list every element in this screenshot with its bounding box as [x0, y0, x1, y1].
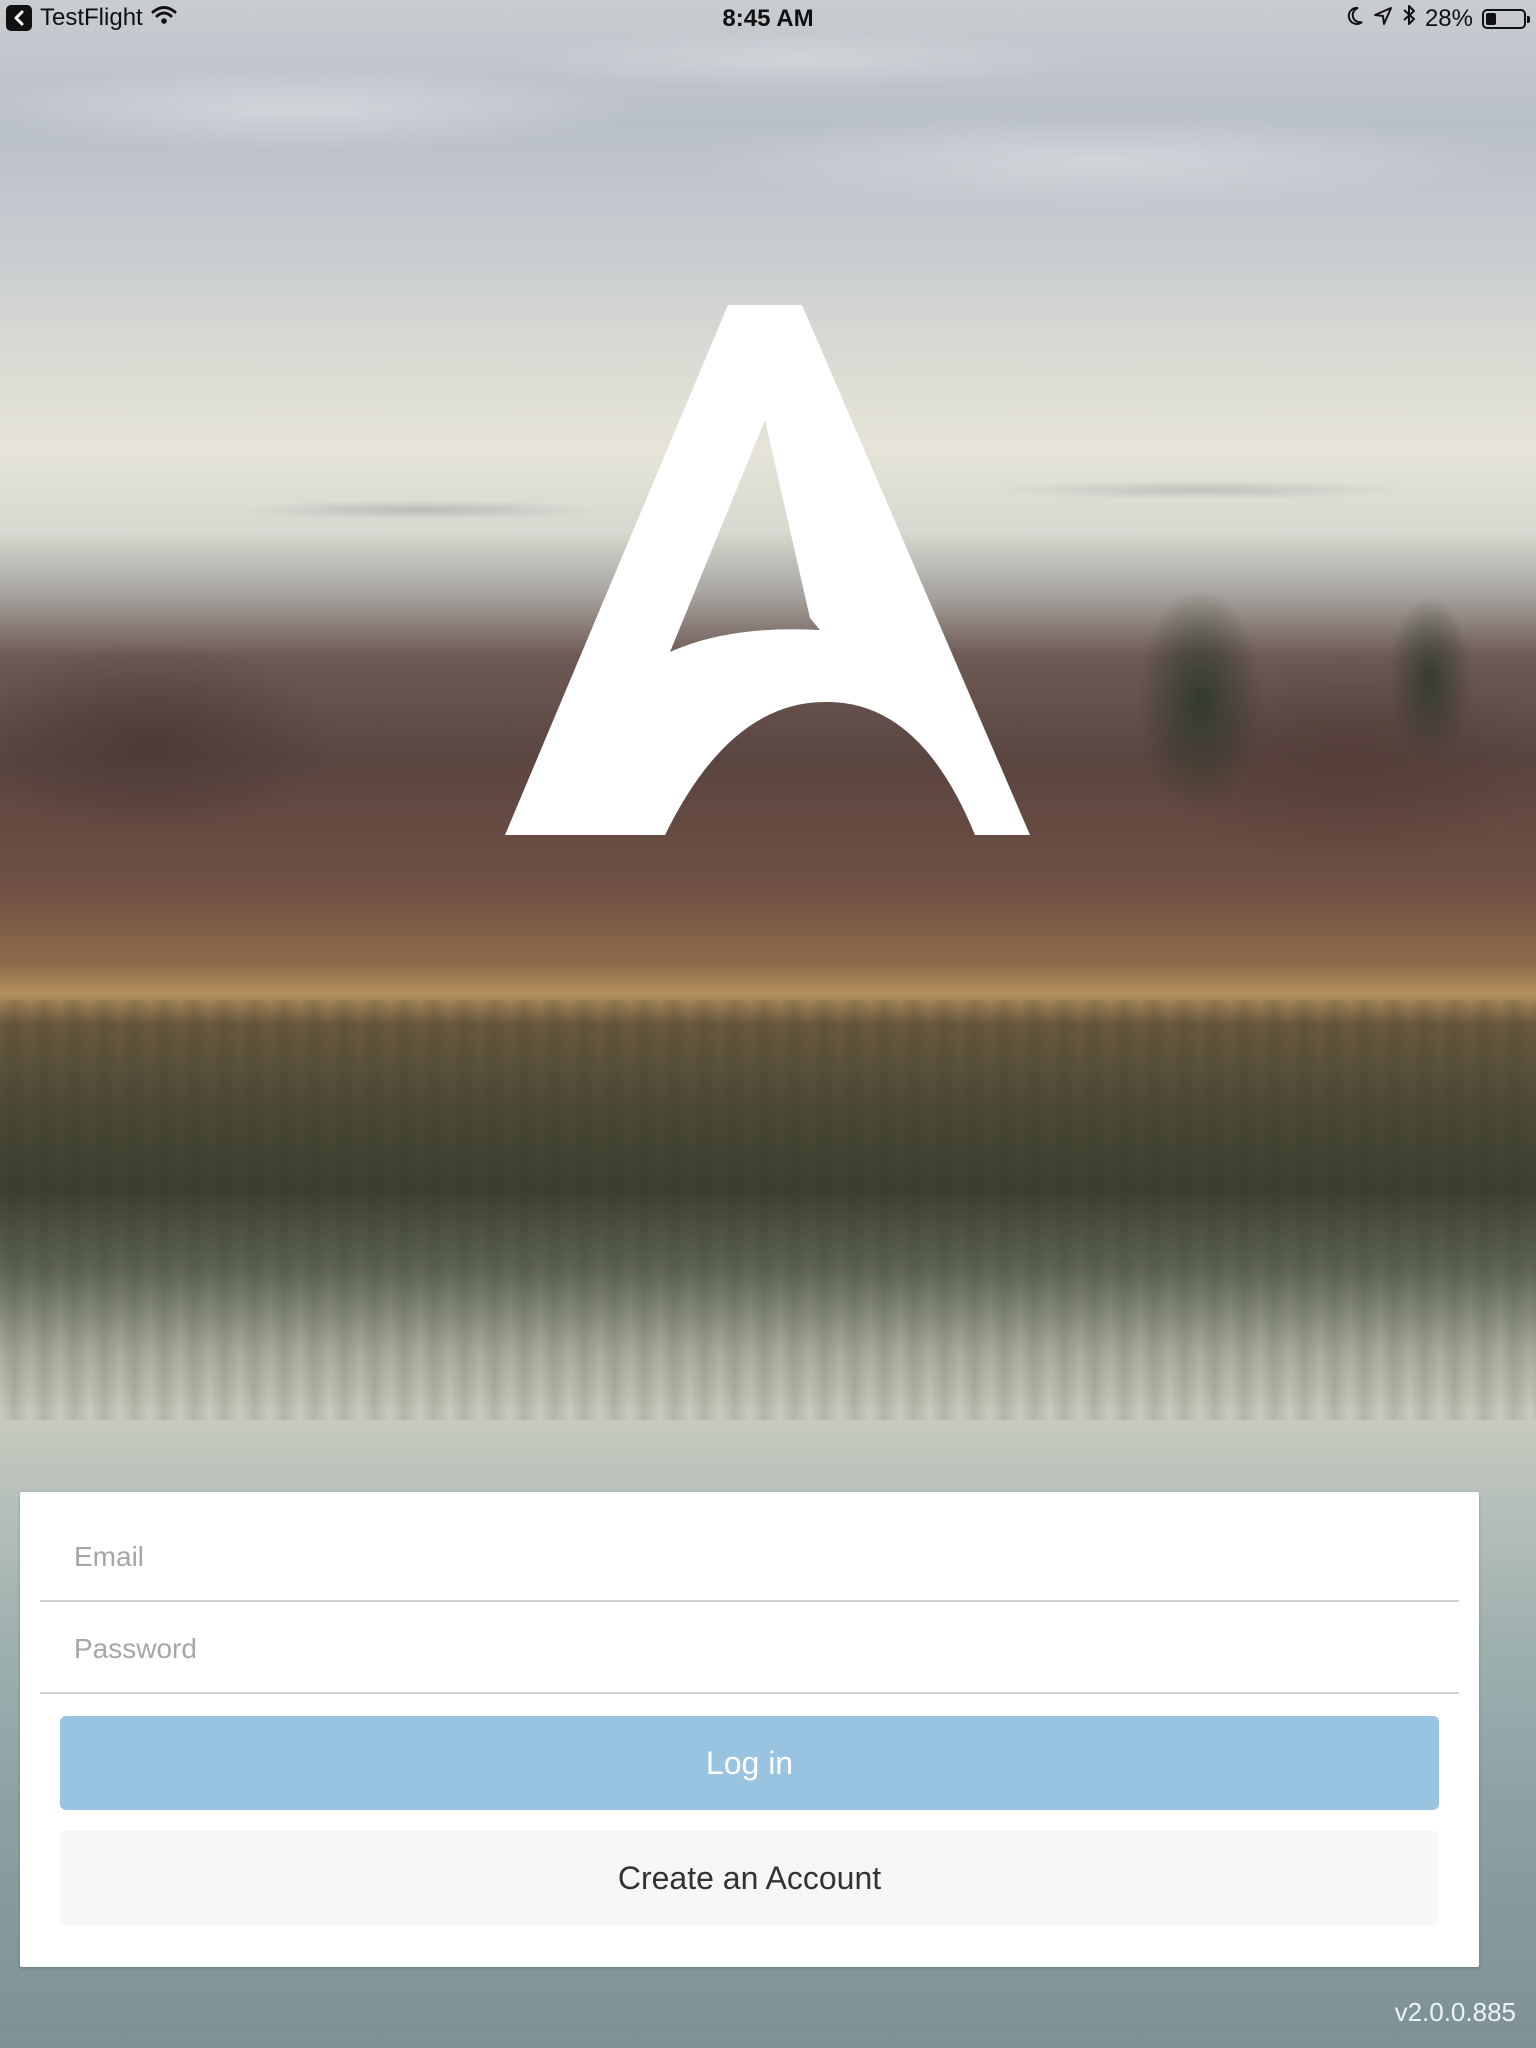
- background-lake: [0, 1000, 1536, 1420]
- version-label: v2.0.0.885: [1394, 1997, 1516, 2027]
- create-account-button[interactable]: Create an Account: [60, 1831, 1439, 1925]
- email-field: [40, 1512, 1459, 1602]
- battery-icon: [1482, 8, 1530, 29]
- battery-level: [1486, 12, 1496, 25]
- status-bar: TestFlight 8:45 AM 28%: [0, 0, 1536, 40]
- status-time: 8:45 AM: [722, 5, 814, 32]
- status-indicators: 28%: [1346, 4, 1530, 33]
- app-logo-a-icon: [505, 305, 1030, 835]
- location-arrow-icon: [1373, 5, 1393, 33]
- login-card: Log in Create an Account: [20, 1492, 1479, 1967]
- login-button[interactable]: Log in: [60, 1716, 1439, 1810]
- password-input[interactable]: [72, 1604, 1446, 1694]
- bluetooth-icon: [1402, 4, 1416, 33]
- email-input[interactable]: [72, 1512, 1446, 1602]
- battery-percent: 28%: [1424, 4, 1473, 32]
- moon-icon: [1346, 5, 1364, 33]
- login-screen: TestFlight 8:45 AM 28% Email Log in Crea…: [0, 0, 1536, 2048]
- password-field: [40, 1604, 1459, 1694]
